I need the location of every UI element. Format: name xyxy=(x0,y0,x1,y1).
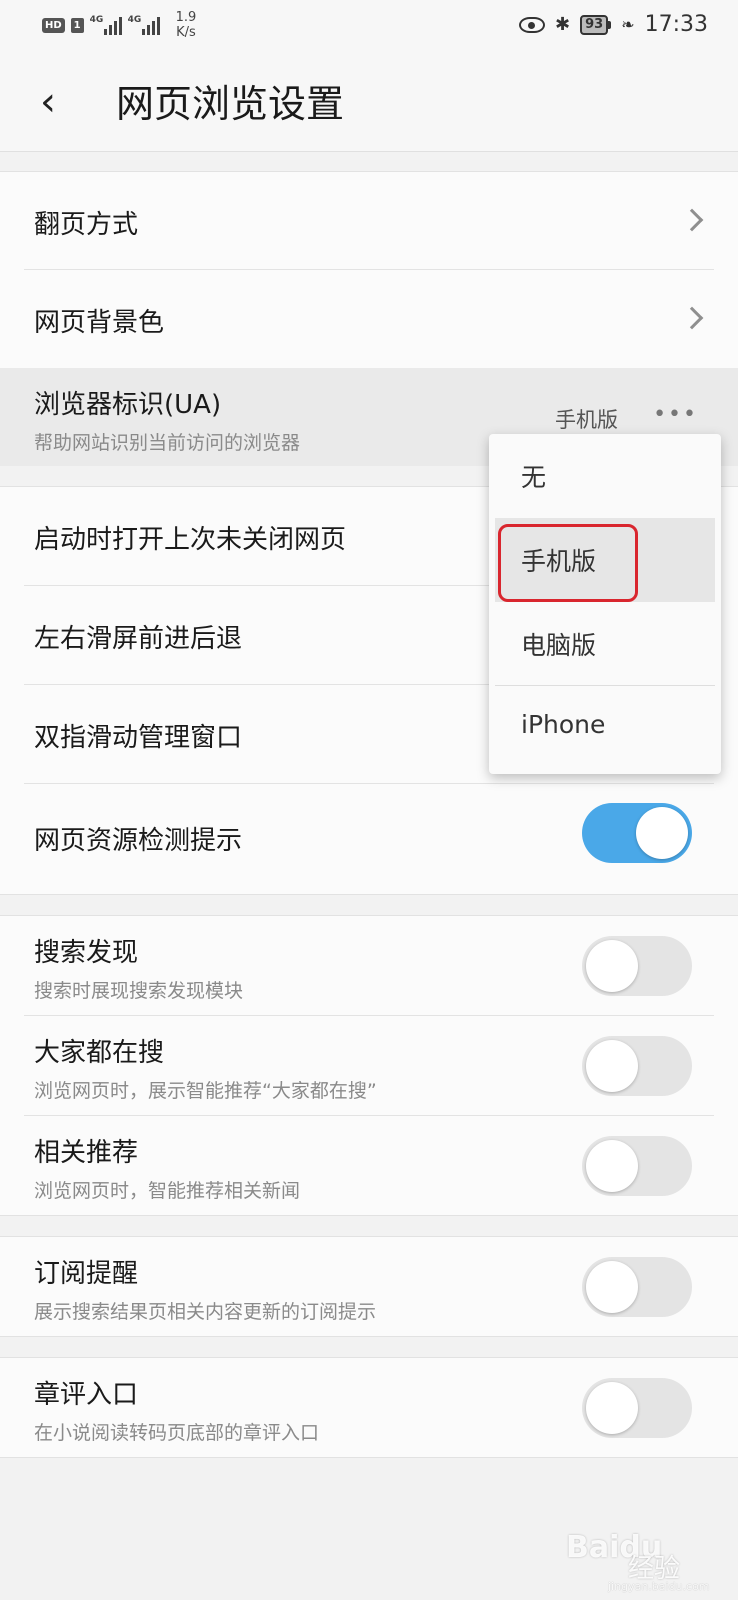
clock: 17:33 xyxy=(644,12,708,37)
speed-value: 1.9 xyxy=(175,10,197,25)
row-related[interactable]: 相关推荐 浏览网页时，智能推荐相关新闻 xyxy=(0,1116,738,1216)
option-label: 无 xyxy=(521,463,547,492)
ua-dropdown-menu: 无 手机版 电脑版 iPhone xyxy=(489,434,721,774)
row-subtitle: 浏览网页时，智能推荐相关新闻 xyxy=(34,1180,301,1202)
leaf-icon: ❧ xyxy=(621,15,635,34)
status-left: HD 1 4G 4G 1.9 K/s xyxy=(42,10,196,40)
row-subtitle: 在小说阅读转码页底部的章评入口 xyxy=(34,1422,320,1444)
row-title: 双指滑动管理窗口 xyxy=(34,723,243,753)
app-header: ‹ 网页浏览设置 xyxy=(0,56,738,152)
status-right: ✱ 93 ❧ 17:33 xyxy=(519,12,708,37)
search-discover-toggle[interactable] xyxy=(582,936,692,996)
selection-highlight-box xyxy=(498,524,638,602)
ua-option-none[interactable]: 无 xyxy=(489,434,721,518)
resource-hint-toggle[interactable] xyxy=(582,803,692,863)
ua-option-iphone[interactable]: iPhone xyxy=(489,686,721,770)
back-icon[interactable]: ‹ xyxy=(40,80,56,124)
row-title: 启动时打开上次未关闭网页 xyxy=(34,525,347,555)
settings-group-3: 搜索发现 搜索时展现搜索发现模块 大家都在搜 浏览网页时，展示智能推荐“大家都在… xyxy=(0,915,738,1216)
row-subtitle: 搜索时展现搜索发现模块 xyxy=(34,980,244,1002)
battery-level: 93 xyxy=(580,14,609,35)
row-comment[interactable]: 章评入口 在小说阅读转码页底部的章评入口 xyxy=(0,1358,738,1458)
watermark-url: jingyan.baidu.com xyxy=(608,1580,710,1593)
row-search-discover[interactable]: 搜索发现 搜索时展现搜索发现模块 xyxy=(0,916,738,1016)
row-bg-color[interactable]: 网页背景色 xyxy=(0,270,738,368)
settings-group-4: 订阅提醒 展示搜索结果页相关内容更新的订阅提示 xyxy=(0,1236,738,1337)
row-subscribe[interactable]: 订阅提醒 展示搜索结果页相关内容更新的订阅提示 xyxy=(0,1237,738,1337)
row-subtitle: 展示搜索结果页相关内容更新的订阅提示 xyxy=(34,1301,377,1323)
settings-group-5: 章评入口 在小说阅读转码页底部的章评入口 xyxy=(0,1357,738,1458)
row-everyone-search[interactable]: 大家都在搜 浏览网页时，展示智能推荐“大家都在搜” xyxy=(0,1016,738,1116)
sim-badge: 1 xyxy=(70,17,84,33)
more-icon[interactable]: ••• xyxy=(653,402,698,427)
related-toggle[interactable] xyxy=(582,1136,692,1196)
signal-icon-2: 4G xyxy=(128,15,160,35)
row-title: 左右滑屏前进后退 xyxy=(34,624,243,654)
signal-icon: 4G xyxy=(90,15,122,35)
row-title: 网页背景色 xyxy=(34,308,165,338)
row-title: 相关推荐 xyxy=(34,1138,139,1168)
status-bar: HD 1 4G 4G 1.9 K/s ✱ 93 ❧ 17:33 xyxy=(0,0,738,56)
everyone-search-toggle[interactable] xyxy=(582,1036,692,1096)
row-title: 章评入口 xyxy=(34,1380,139,1410)
row-resource-hint[interactable]: 网页资源检测提示 xyxy=(0,784,738,894)
bluetooth-icon: ✱ xyxy=(555,14,571,35)
row-title: 订阅提醒 xyxy=(34,1259,139,1289)
hd-badge: HD xyxy=(42,17,65,33)
row-subtitle: 浏览网页时，展示智能推荐“大家都在搜” xyxy=(34,1080,377,1102)
settings-group-1: 翻页方式 网页背景色 浏览器标识(UA) 帮助网站识别当前访问的浏览器 手机版 … xyxy=(0,171,738,466)
subscribe-toggle[interactable] xyxy=(582,1257,692,1317)
network-type-2: 4G xyxy=(127,15,142,25)
row-page-turn[interactable]: 翻页方式 xyxy=(0,172,738,270)
row-title: 大家都在搜 xyxy=(34,1038,165,1068)
speed-unit: K/s xyxy=(176,25,196,40)
page-title: 网页浏览设置 xyxy=(116,82,345,126)
comment-toggle[interactable] xyxy=(582,1378,692,1438)
row-title: 网页资源检测提示 xyxy=(34,826,243,856)
battery-icon: 93 xyxy=(580,14,612,35)
row-subtitle: 帮助网站识别当前访问的浏览器 xyxy=(34,432,301,454)
row-title: 浏览器标识(UA) xyxy=(34,390,222,420)
row-title: 搜索发现 xyxy=(34,938,139,968)
chevron-right-icon xyxy=(680,208,704,232)
network-speed: 1.9 K/s xyxy=(176,10,197,40)
option-label: 电脑版 xyxy=(521,631,597,660)
row-title: 翻页方式 xyxy=(34,210,139,240)
network-type-1: 4G xyxy=(89,15,104,25)
chevron-right-icon xyxy=(680,306,704,330)
option-label: iPhone xyxy=(521,710,606,739)
eye-icon xyxy=(519,16,545,33)
ua-option-desktop[interactable]: 电脑版 xyxy=(489,602,721,686)
ua-current-value: 手机版 xyxy=(555,408,618,432)
